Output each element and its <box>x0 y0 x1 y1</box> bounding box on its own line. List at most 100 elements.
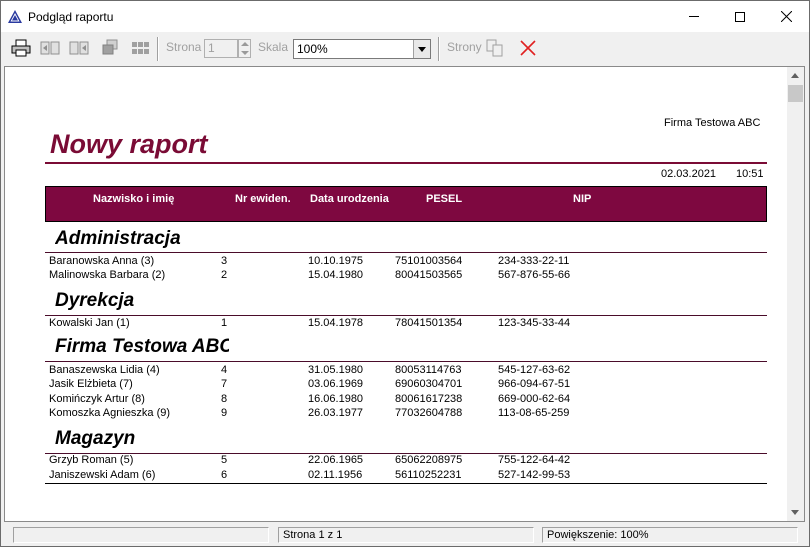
pages-label: Strony <box>447 40 482 54</box>
scroll-thumb[interactable] <box>788 85 803 102</box>
cell-name: Malinowska Barbara (2) <box>49 269 166 281</box>
scroll-down-icon[interactable] <box>791 510 799 515</box>
cell-birthdate: 03.06.1969 <box>308 378 364 390</box>
cell-birthdate: 10.10.1975 <box>308 255 364 267</box>
print-icon[interactable] <box>11 39 31 57</box>
spin-up-icon[interactable] <box>241 42 249 46</box>
scale-value: 100% <box>297 42 328 56</box>
close-icon <box>780 11 792 22</box>
scale-label: Skala <box>258 40 289 54</box>
cell-nip: 755-122-64-42 <box>498 454 571 466</box>
cell-pesel: 80061617238 <box>395 393 463 405</box>
report-title: Nowy raport <box>50 129 208 159</box>
column-header-nip: NIP <box>573 193 592 205</box>
prev-page-icon[interactable] <box>69 39 89 57</box>
cell-nr: 2 <box>221 269 228 281</box>
table-row: Malinowska Barbara (2) 2 15.04.1980 8004… <box>5 269 765 284</box>
cell-name: Banaszewska Lidia (4) <box>49 364 160 376</box>
cell-birthdate: 16.06.1980 <box>308 393 364 405</box>
vertical-scrollbar[interactable] <box>787 67 804 521</box>
close-red-x-icon[interactable] <box>518 39 538 57</box>
report-preview-window: Podgląd raportu Strona 1 Skala 100% Stro… <box>0 0 810 547</box>
page-spinner[interactable] <box>238 39 251 58</box>
cell-nr: 5 <box>221 454 228 466</box>
last-page-icon[interactable] <box>131 39 151 57</box>
group-divider <box>45 252 767 253</box>
cell-nr: 1 <box>221 317 228 329</box>
column-header-birthdate: Data urodzenia <box>310 193 389 205</box>
cell-nip: 567-876-55-66 <box>498 269 571 281</box>
column-header-name: Nazwisko i imię <box>93 193 175 205</box>
maximize-button[interactable] <box>717 1 763 32</box>
cell-nip: 545-127-63-62 <box>498 364 571 376</box>
status-page-info: Strona 1 z 1 <box>278 527 534 543</box>
cell-pesel: 75101003564 <box>395 255 463 267</box>
scroll-up-icon[interactable] <box>791 73 799 78</box>
next-page-icon[interactable] <box>100 39 120 57</box>
window-title: Podgląd raportu <box>28 10 114 24</box>
cell-nr: 4 <box>221 364 228 376</box>
table-row: Banaszewska Lidia (4) 4 31.05.1980 80053… <box>5 364 765 379</box>
table-row: Janiszewski Adam (6) 6 02.11.1956 561102… <box>5 469 765 484</box>
table-row: Baranowska Anna (3) 3 10.10.1975 7510100… <box>5 255 765 270</box>
app-triangle-icon <box>8 10 22 23</box>
group-divider <box>45 315 767 316</box>
cell-name: Kowalski Jan (1) <box>49 317 130 329</box>
page-input[interactable]: 1 <box>204 39 238 58</box>
cell-nr: 3 <box>221 255 228 267</box>
table-row: Jasik Elżbieta (7) 7 03.06.1969 69060304… <box>5 378 765 393</box>
spin-down-icon[interactable] <box>241 51 249 55</box>
cell-birthdate: 02.11.1956 <box>308 469 363 481</box>
cell-birthdate: 22.06.1965 <box>308 454 364 466</box>
group-divider <box>45 361 767 362</box>
cell-nip: 527-142-99-53 <box>498 469 571 481</box>
cell-nip: 234-333-22-11 <box>498 255 570 267</box>
scale-select[interactable]: 100% <box>293 39 431 59</box>
cell-birthdate: 26.03.1977 <box>308 407 364 419</box>
table-row: Grzyb Roman (5) 5 22.06.1965 65062208975… <box>5 454 765 469</box>
cell-name: Jasik Elżbieta (7) <box>49 378 133 390</box>
column-header-pesel: PESEL <box>426 193 463 205</box>
table-row: Kowalski Jan (1) 1 15.04.1978 7804150135… <box>5 317 765 332</box>
status-panel-left <box>13 527 269 543</box>
cell-birthdate: 15.04.1978 <box>308 317 364 329</box>
first-page-icon[interactable] <box>40 39 60 57</box>
cell-pesel: 69060304701 <box>395 378 463 390</box>
close-button[interactable] <box>763 1 809 32</box>
group-title: Administracja <box>55 228 181 249</box>
cell-nr: 7 <box>221 378 228 390</box>
minimize-icon <box>689 16 699 17</box>
cell-pesel: 77032604788 <box>395 407 463 419</box>
group-title: Dyrekcja <box>55 290 135 311</box>
page-label: Strona <box>166 40 202 54</box>
cell-nip: 123-345-33-44 <box>498 317 571 329</box>
report-bottom-divider <box>45 483 767 484</box>
cell-name: Baranowska Anna (3) <box>49 255 155 267</box>
cell-pesel: 80041503565 <box>395 269 463 281</box>
toolbar-separator <box>438 37 440 61</box>
cell-pesel: 78041501354 <box>395 317 463 329</box>
cell-birthdate: 31.05.1980 <box>308 364 364 376</box>
cell-name: Grzyb Roman (5) <box>49 454 134 466</box>
copy-pages-icon[interactable] <box>485 39 505 57</box>
minimize-button[interactable] <box>671 1 717 32</box>
cell-pesel: 80053114763 <box>395 364 462 376</box>
cell-name: Komoszka Agnieszka (9) <box>49 407 171 419</box>
title-divider <box>45 162 767 164</box>
cell-nip: 669-000-62-64 <box>498 393 571 405</box>
cell-pesel: 56110252231 <box>395 469 462 481</box>
maximize-icon <box>735 11 745 22</box>
cell-nr: 9 <box>221 407 228 419</box>
table-row: Komoszka Agnieszka (9) 9 26.03.1977 7703… <box>5 407 765 422</box>
column-header-band: Nazwisko i imię Nr ewiden. Data urodzeni… <box>45 186 767 222</box>
cell-pesel: 65062208975 <box>395 454 463 466</box>
cell-nr: 8 <box>221 393 228 405</box>
group-title: Magazyn <box>55 428 136 449</box>
toolbar-separator <box>157 37 159 61</box>
column-header-nr: Nr ewiden. <box>235 193 291 205</box>
table-row: Komińczyk Artur (8) 8 16.06.1980 8006161… <box>5 393 765 408</box>
chevron-down-icon[interactable] <box>413 40 430 58</box>
toolbar: Strona 1 Skala 100% Strony <box>1 32 809 65</box>
report-time: 10:51 <box>736 168 764 180</box>
cell-nr: 6 <box>221 469 228 481</box>
